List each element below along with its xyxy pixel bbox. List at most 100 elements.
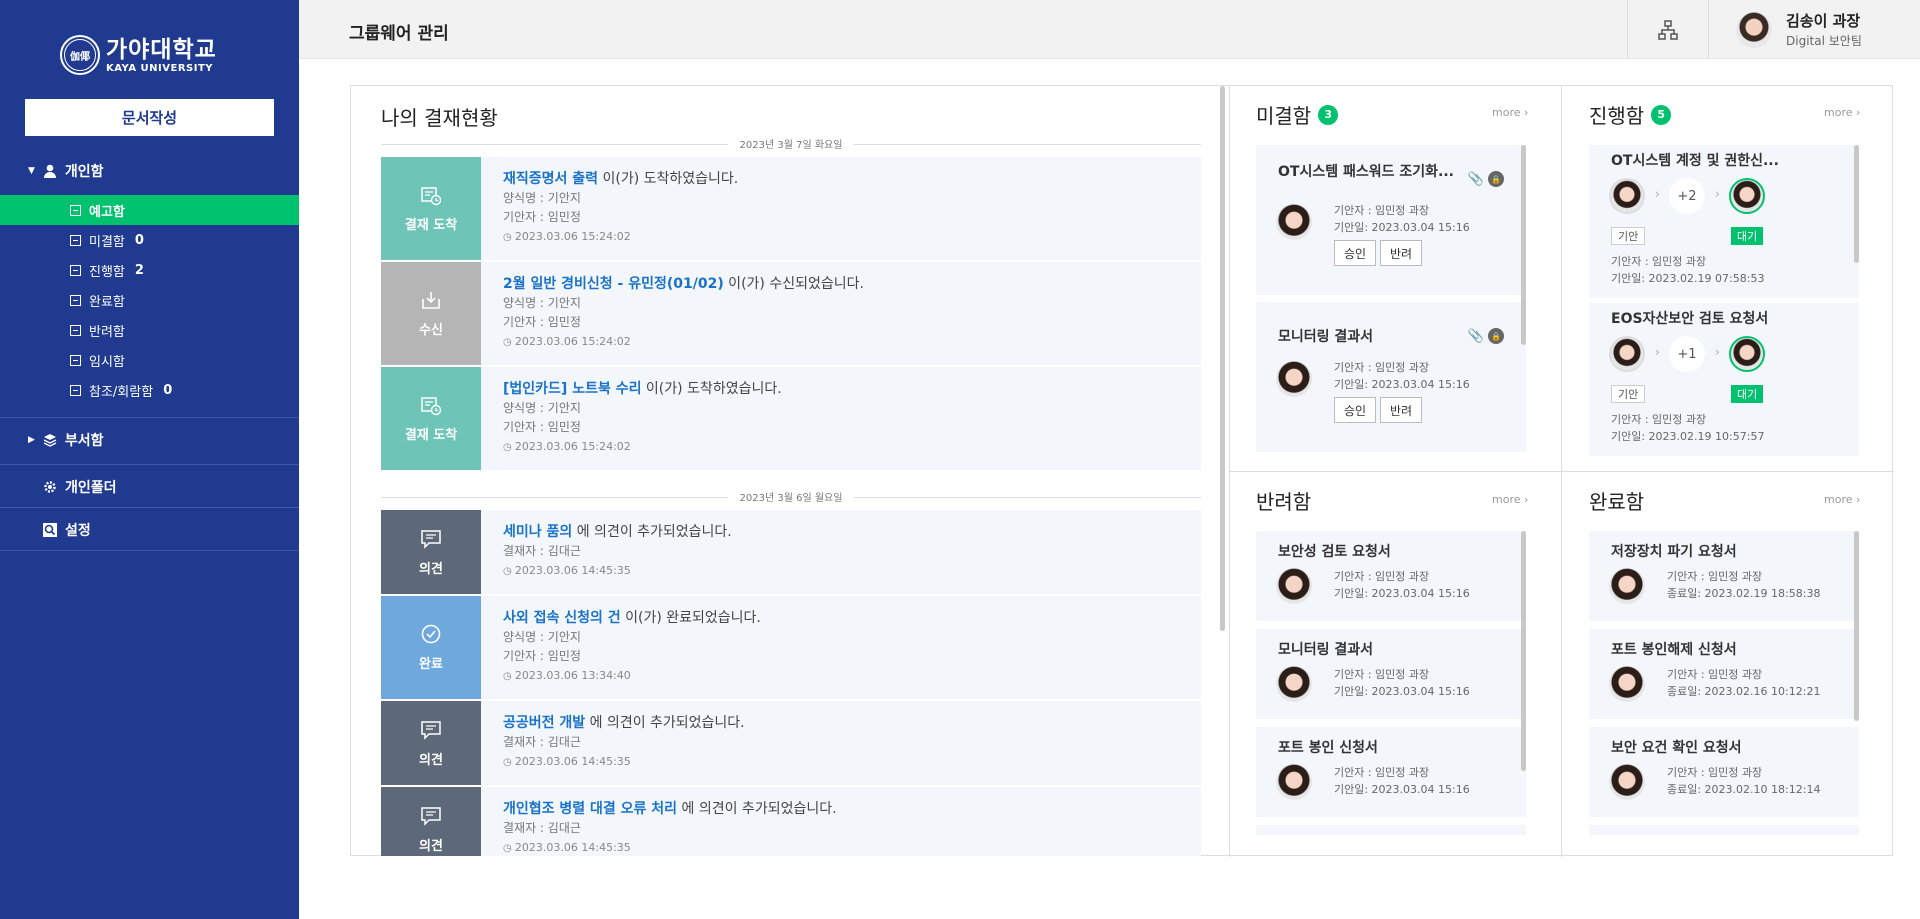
rejected-card[interactable]: 포트 봉인 신청서 기안자 : 임민정 과장 기안일: 2023.03.04 1… bbox=[1256, 727, 1526, 817]
personal-folder-label: 개인폴더 bbox=[65, 480, 117, 496]
search-icon bbox=[43, 523, 57, 537]
chevron-right-icon: › bbox=[1655, 187, 1660, 201]
card-title: 포트 봉인 신청서 bbox=[1278, 740, 1378, 756]
box-icon bbox=[70, 204, 81, 216]
sidebar-item-progress[interactable]: 진행함 2 bbox=[0, 255, 299, 285]
card-date: 기안일: 2023.03.04 15:16 bbox=[1334, 378, 1470, 391]
approval-row[interactable]: 결재 도착 재직증명서 출력 이(가) 도착하였습니다. 양식명 : 기안지 기… bbox=[381, 157, 1201, 260]
card-title: 모니터링 결과서 bbox=[1278, 642, 1374, 658]
approval-row[interactable]: 수신 2월 일반 경비신청 - 유민정(01/02) 이(가) 수신되었습니다.… bbox=[381, 262, 1201, 365]
card-date: 기안일: 2023.02.19 07:58:53 bbox=[1611, 272, 1765, 285]
panel-divider bbox=[1229, 471, 1894, 472]
card-date: 기안일: 2023.03.04 15:16 bbox=[1334, 783, 1470, 796]
completed-card[interactable]: 포트 봉인해제 신청서 기안자 : 임민정 과장 종료일: 2023.02.16… bbox=[1589, 629, 1859, 719]
reject-button[interactable]: 반려 bbox=[1380, 240, 1422, 266]
personal-box-section[interactable]: ▼ 개인함 bbox=[0, 159, 299, 183]
completed-more-link[interactable]: more › bbox=[1824, 493, 1860, 506]
approval-row[interactable]: 결재 도착 [법인카드] 노트북 수리 이(가) 도착하였습니다. 양식명 : … bbox=[381, 367, 1201, 470]
dept-box-section[interactable]: ▶ 부서함 bbox=[0, 428, 299, 452]
document-link[interactable]: 재직증명서 출력 bbox=[503, 171, 598, 187]
approve-button[interactable]: 승인 bbox=[1334, 240, 1376, 266]
rejected-card[interactable]: 보안성 검토 요청서 기안자 : 임민정 과장 기안일: 2023.03.04 … bbox=[1256, 531, 1526, 621]
document-link[interactable]: 공공버전 개발 bbox=[503, 715, 585, 731]
sidebar-item-draft[interactable]: 임시함 bbox=[0, 345, 299, 375]
my-approval-title: 나의 결재현황 bbox=[381, 106, 498, 130]
sidebar-item-completed[interactable]: 완료함 bbox=[0, 285, 299, 315]
approval-row[interactable]: 의견 공공버전 개발 에 의견이 추가되었습니다. 결재자 : 김대근 2023… bbox=[381, 701, 1201, 785]
card-date: 종료일: 2023.02.16 10:12:21 bbox=[1667, 685, 1821, 698]
drafter-name: 기안자 : 임민정 bbox=[503, 649, 581, 663]
gear-icon bbox=[44, 481, 56, 493]
progress-more-link[interactable]: more › bbox=[1824, 106, 1860, 119]
sidebar-item-reference[interactable]: 참조/회람함 0 bbox=[0, 375, 299, 405]
document-link[interactable]: 2월 일반 경비신청 - 유민정(01/02) bbox=[503, 276, 724, 292]
attachment-indicator: 📎 🔒 bbox=[1468, 171, 1504, 187]
card-title: OT시스템 계정 및 권한신... bbox=[1611, 153, 1779, 169]
org-chart-button[interactable] bbox=[1627, 0, 1708, 59]
reject-button[interactable]: 반려 bbox=[1380, 397, 1422, 423]
chevron-right-icon: › bbox=[1655, 345, 1660, 359]
completed-card[interactable]: 저장장치 파기 요청서 기안자 : 임민정 과장 종료일: 2023.02.19… bbox=[1589, 531, 1859, 621]
scrollbar[interactable] bbox=[1220, 86, 1225, 631]
document-link[interactable]: 개인협조 병렬 대결 오류 처리 bbox=[503, 801, 677, 817]
box-icon bbox=[70, 324, 81, 336]
form-name: 양식명 : 기안지 bbox=[503, 630, 581, 644]
dashboard-panel: 나의 결재현황 2023년 3월 7일 화요일 결재 도착 재직증명서 출력 이… bbox=[350, 85, 1894, 857]
approval-row[interactable]: 완료 사외 접속 신청의 건 이(가) 완료되었습니다. 양식명 : 기안지 기… bbox=[381, 596, 1201, 699]
status-tag: 의견 bbox=[381, 787, 481, 856]
pending-count-badge: 3 bbox=[1318, 104, 1339, 125]
top-bar: 그룹웨어 관리 김송이 과장 Digital 보안팀 bbox=[299, 0, 1920, 59]
pending-card[interactable]: OT시스템 패스워드 조기화... 📎 🔒 기안자 : 임민정 과장 기안일: 2… bbox=[1256, 145, 1526, 295]
chevron-right-icon: › bbox=[1524, 493, 1529, 506]
card-drafter: 기안자 : 임민정 과장 bbox=[1334, 361, 1430, 374]
university-logo[interactable]: 伽倻 가야대학교 KAYA UNIVERSITY bbox=[60, 35, 217, 75]
progress-card[interactable]: EOS자산보안 검토 요청서 › +1 › 기안 대기 기안자 : 임민정 과장… bbox=[1589, 303, 1859, 456]
status-tag-label: 수신 bbox=[419, 323, 443, 338]
sidebar-item-label: 미결함 bbox=[89, 234, 125, 250]
chevron-right-icon: › bbox=[1715, 187, 1720, 201]
rejected-more-link[interactable]: more › bbox=[1492, 493, 1528, 506]
scrollbar[interactable] bbox=[1521, 531, 1526, 771]
approval-row[interactable]: 의견 개인협조 병렬 대결 오류 처리 에 의견이 추가되었습니다. 결재자 :… bbox=[381, 787, 1201, 856]
rejected-card[interactable]: 모니터링 결과서 기안자 : 임민정 과장 기안일: 2023.03.04 15… bbox=[1256, 629, 1526, 719]
document-link[interactable]: [법인카드] 노트북 수리 bbox=[503, 381, 641, 397]
row-message: 에 의견이 추가되었습니다. bbox=[677, 801, 837, 817]
document-link[interactable]: 세미나 품의 bbox=[503, 524, 572, 540]
box-icon bbox=[70, 234, 81, 246]
settings-section[interactable]: 설정 bbox=[0, 518, 299, 542]
comment-icon bbox=[421, 806, 441, 826]
logo-korean: 가야대학교 bbox=[106, 36, 217, 63]
user-profile[interactable]: 김송이 과장 Digital 보안팀 bbox=[1708, 0, 1920, 59]
sidebar-item-rejected[interactable]: 반려함 bbox=[0, 315, 299, 345]
personal-folder-section[interactable]: 개인폴더 bbox=[0, 475, 299, 499]
avatar bbox=[1609, 568, 1645, 604]
scrollbar[interactable] bbox=[1854, 531, 1859, 721]
progress-card[interactable]: OT시스템 계정 및 권한신... › +2 › 기안 대기 기안자 : 임민정… bbox=[1589, 145, 1859, 298]
card-drafter: 기안자 : 임민정 과장 bbox=[1334, 204, 1430, 217]
sidebar-item-notice[interactable]: 예고함 bbox=[0, 195, 299, 225]
attachment-indicator: 📎 🔒 bbox=[1468, 328, 1504, 344]
comment-icon bbox=[421, 529, 441, 549]
avatar bbox=[1736, 12, 1772, 48]
pending-more-link[interactable]: more › bbox=[1492, 106, 1528, 119]
pending-card[interactable]: 모니터링 결과서 📎 🔒 기안자 : 임민정 과장 기안일: 2023.03.04… bbox=[1256, 302, 1526, 452]
approval-arrive-icon bbox=[421, 187, 442, 206]
clip-icon: 📎 bbox=[1467, 171, 1484, 187]
completed-title-label: 완료함 bbox=[1589, 490, 1645, 514]
sidebar-item-label: 임시함 bbox=[89, 354, 125, 370]
document-link[interactable]: 사외 접속 신청의 건 bbox=[503, 610, 621, 626]
write-document-button[interactable]: 문서작성 bbox=[25, 99, 274, 136]
row-timestamp: 2023.03.06 14:45:35 bbox=[503, 752, 745, 772]
drafter-name: 기안자 : 임민정 bbox=[503, 420, 581, 434]
sidebar-item-count: 2 bbox=[134, 262, 144, 278]
form-name: 양식명 : 기안지 bbox=[503, 191, 581, 205]
sidebar-item-pending[interactable]: 미결함 0 bbox=[0, 225, 299, 255]
sidebar-item-label: 참조/회람함 bbox=[89, 384, 154, 400]
approve-button[interactable]: 승인 bbox=[1334, 397, 1376, 423]
scrollbar[interactable] bbox=[1854, 145, 1859, 263]
card-date: 기안일: 2023.03.04 15:16 bbox=[1334, 587, 1470, 600]
approval-row[interactable]: 의견 세미나 품의 에 의견이 추가되었습니다. 결재자 : 김대근 2023.… bbox=[381, 510, 1201, 594]
completed-card[interactable]: 보안 요건 확인 요청서 기안자 : 임민정 과장 종료일: 2023.02.1… bbox=[1589, 727, 1859, 817]
avatar bbox=[1609, 178, 1645, 214]
scrollbar[interactable] bbox=[1521, 145, 1526, 345]
